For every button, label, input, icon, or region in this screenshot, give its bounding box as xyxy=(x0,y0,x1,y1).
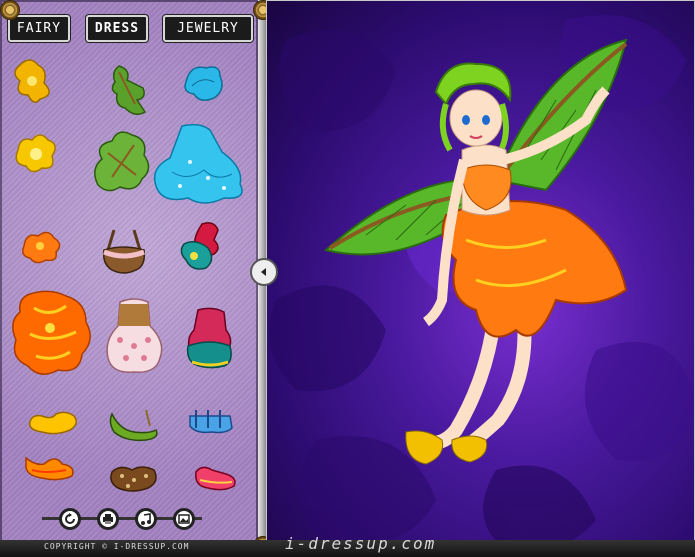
chevron-left-icon xyxy=(261,268,266,276)
tab-jewelry[interactable]: JEWELRY xyxy=(163,15,253,42)
wardrobe-item-teal-red-top[interactable] xyxy=(178,220,230,280)
fairy-character xyxy=(323,38,628,465)
wardrobe-item-teal-ruffle-skirt[interactable] xyxy=(184,306,234,374)
wardrobe-item-orange-flame-skirt[interactable] xyxy=(10,288,94,384)
wardrobe-item-orange-flower-hair-small[interactable] xyxy=(10,55,60,109)
wardrobe-item-pink-basket-top[interactable] xyxy=(100,226,148,280)
wardrobe-item-blue-frill-skirt[interactable] xyxy=(152,122,248,210)
fairy-stage xyxy=(266,0,695,557)
save-image-button[interactable] xyxy=(173,508,195,530)
wardrobe-item-pink-red-shoes[interactable] xyxy=(190,462,240,498)
dressup-game: FAIRY DRESS JEWELRY COPYRIGHT © I-DRESSU… xyxy=(0,0,695,557)
print-button[interactable] xyxy=(97,508,119,530)
collapse-panel-button[interactable] xyxy=(250,258,278,286)
wardrobe-item-orange-flower-top[interactable] xyxy=(20,228,62,268)
wardrobe-item-green-leaf-top[interactable] xyxy=(105,60,155,124)
picture-icon xyxy=(178,514,190,524)
music-button[interactable] xyxy=(135,508,157,530)
wardrobe-item-yellow-flower-top[interactable] xyxy=(10,130,60,180)
copyright-text: COPYRIGHT © I-DRESSUP.COM xyxy=(44,542,190,551)
wardrobe-item-orange-flame-shoes[interactable] xyxy=(22,452,78,486)
corner-gear-icon xyxy=(0,0,20,20)
wardrobe-item-yellow-shoes[interactable] xyxy=(26,408,82,442)
tab-dress[interactable]: DRESS xyxy=(86,15,148,42)
wardrobe-item-blue-wing-top[interactable] xyxy=(180,60,226,110)
wardrobe-item-blue-strap-shoes[interactable] xyxy=(186,406,236,442)
music-icon xyxy=(141,513,151,525)
wardrobe-item-green-vine-shoes[interactable] xyxy=(106,408,162,446)
wardrobe-item-brown-dotted-shoes[interactable] xyxy=(108,462,160,500)
site-logo[interactable]: i-dressup.com xyxy=(285,534,436,553)
reset-button[interactable] xyxy=(59,508,81,530)
tab-fairy[interactable]: FAIRY xyxy=(8,15,70,42)
wardrobe-item-green-leaf-skirt[interactable] xyxy=(88,125,154,199)
wardrobe-item-pink-polka-skirt[interactable] xyxy=(104,296,166,380)
printer-icon xyxy=(103,514,113,524)
refresh-icon xyxy=(65,513,75,524)
